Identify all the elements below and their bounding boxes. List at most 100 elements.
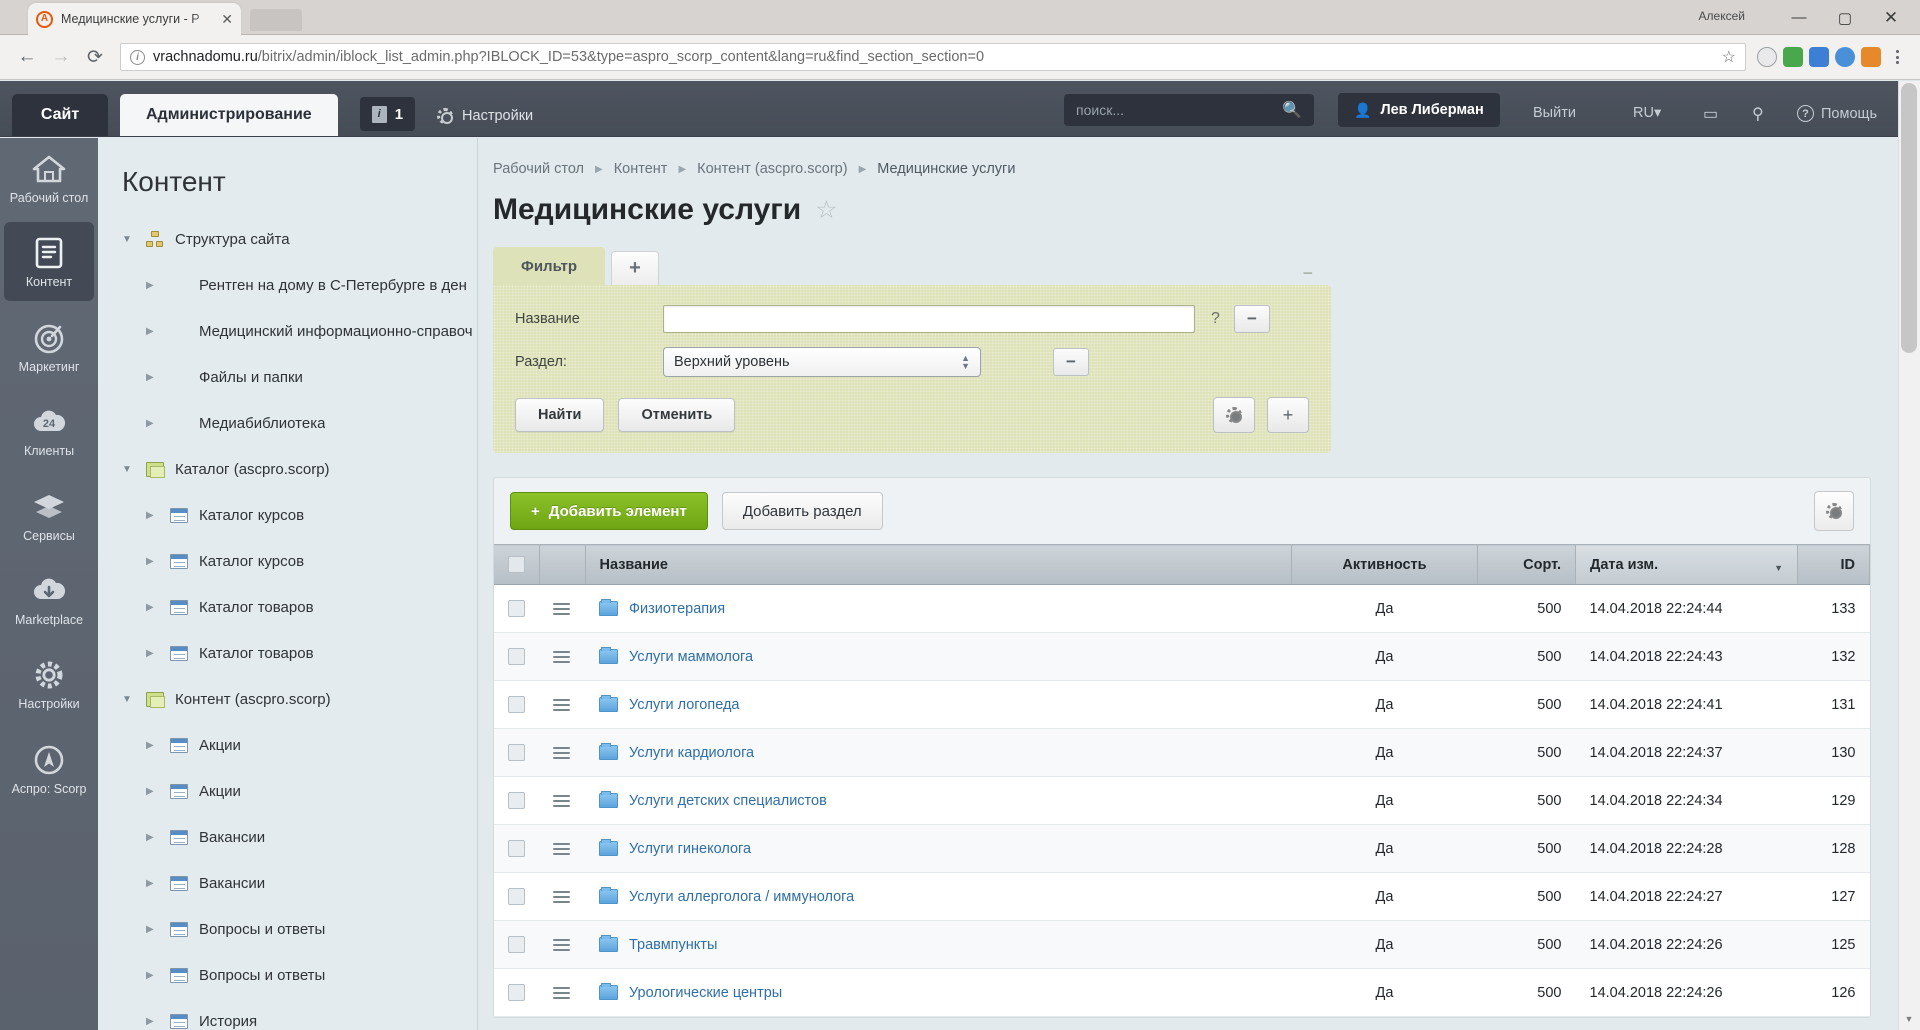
row-actions-menu-icon[interactable] <box>553 794 570 807</box>
row-menu-cell[interactable] <box>539 920 585 969</box>
minimize-button[interactable]: — <box>1776 1 1822 34</box>
search-input[interactable]: поиск... 🔍 <box>1064 94 1314 126</box>
table-row[interactable]: Услуги гинеколога Да 500 14.04.2018 22:24:2… <box>494 824 1870 873</box>
chevron-right-icon[interactable]: ▶ <box>146 602 168 613</box>
table-row[interactable]: Услуги маммолога Да 500 14.04.2018 22:24:43… <box>494 632 1870 681</box>
help-button[interactable]: ? Помощь <box>1797 105 1877 122</box>
sidebar-tree-item[interactable]: ▶ Вакансии <box>98 814 477 860</box>
logout-link[interactable]: Выйти <box>1533 105 1576 121</box>
sidebar-tree-item[interactable]: ▶ История <box>98 998 477 1030</box>
sidebar-tree-item[interactable]: ▶ Медицинский информационно-справоч <box>98 308 477 354</box>
breadcrumb-item-3[interactable]: Контент (ascpro.scorp) <box>697 161 847 177</box>
add-element-button[interactable]: + Добавить элемент <box>510 492 708 530</box>
row-checkbox[interactable] <box>508 792 525 809</box>
row-menu-cell[interactable] <box>539 824 585 873</box>
filter-section-select[interactable]: Верхний уровень ▲ ▼ <box>663 347 981 377</box>
add-section-button[interactable]: Добавить раздел <box>721 492 883 530</box>
row-name-cell[interactable]: Травмпункты <box>585 920 1292 969</box>
sidebar-tree-item[interactable]: ▶ Акции <box>98 722 477 768</box>
row-id-cell[interactable]: 130 <box>1797 728 1870 777</box>
filter-remove-name-button[interactable]: − <box>1233 305 1270 333</box>
browser-tab[interactable]: A Медицинские услуги - Р ✕ <box>28 3 241 35</box>
row-id-cell[interactable]: 132 <box>1797 632 1870 681</box>
row-select-cell[interactable] <box>494 824 539 873</box>
table-row[interactable]: Услуги логопеда Да 500 14.04.2018 22:24:41 1… <box>494 680 1870 729</box>
row-select-cell[interactable] <box>494 968 539 1017</box>
row-name-link[interactable]: Услуги детских специалистов <box>629 793 827 809</box>
rail-item-3[interactable]: Маркетинг <box>4 307 94 385</box>
row-name-cell[interactable]: Услуги гинеколога <box>585 824 1292 873</box>
chevron-right-icon[interactable]: ▶ <box>146 326 168 337</box>
tab-administration[interactable]: Администрирование <box>120 94 338 136</box>
rail-item-4[interactable]: 24 Клиенты <box>4 391 94 469</box>
table-row[interactable]: Услуги детских специалистов Да 500 14.04.20… <box>494 776 1870 825</box>
table-row[interactable]: Услуги аллерголога / иммунолога Да 500 14.0… <box>494 872 1870 921</box>
table-row[interactable]: Урологические центры Да 500 14.04.2018 22:2… <box>494 968 1870 1017</box>
orange-extension-icon[interactable] <box>1858 45 1884 69</box>
header-select-all[interactable] <box>494 544 540 585</box>
chevron-right-icon[interactable]: ▶ <box>146 786 168 797</box>
sidebar-tree-item[interactable]: ▼ Каталог (ascpro.scorp) <box>98 446 477 492</box>
chevron-right-icon[interactable]: ▶ <box>146 418 168 429</box>
row-select-cell[interactable] <box>494 584 539 633</box>
row-id-cell[interactable]: 127 <box>1797 872 1870 921</box>
monitor-icon[interactable]: ▭ <box>1703 104 1718 124</box>
row-name-cell[interactable]: Физиотерапия <box>585 584 1292 633</box>
table-row[interactable]: Травмпункты Да 500 14.04.2018 22:24:26 125 <box>494 920 1870 969</box>
rail-item-6[interactable]: Marketplace <box>4 560 94 638</box>
user-menu-button[interactable]: 👤 Лев Либерман <box>1338 93 1500 127</box>
row-checkbox[interactable] <box>508 744 525 761</box>
address-bar[interactable]: i vrachnadomu.ru/bitrix/admin/iblock_lis… <box>120 43 1746 71</box>
blue-extension-icon[interactable] <box>1806 45 1832 69</box>
row-actions-menu-icon[interactable] <box>553 698 570 711</box>
row-select-cell[interactable] <box>494 920 539 969</box>
row-checkbox[interactable] <box>508 840 525 857</box>
filter-settings-gear-icon[interactable] <box>1213 397 1255 433</box>
row-name-cell[interactable]: Услуги логопеда <box>585 680 1292 729</box>
sidebar-tree-item[interactable]: ▶ Файлы и папки <box>98 354 477 400</box>
chevron-down-icon[interactable]: ▼ <box>122 694 144 705</box>
rail-item-2[interactable]: Контент <box>4 222 94 301</box>
sidebar-tree-item[interactable]: ▼ Структура сайта <box>98 216 477 262</box>
reload-icon[interactable]: ⟳ <box>78 40 112 74</box>
close-icon[interactable]: ✕ <box>221 11 233 28</box>
table-row[interactable]: Услуги кардиолога Да 500 14.04.2018 22:24:3… <box>494 728 1870 777</box>
row-name-cell[interactable]: Услуги маммолога <box>585 632 1292 681</box>
row-id-cell[interactable]: 129 <box>1797 776 1870 825</box>
rail-item-1[interactable]: Рабочий стол <box>4 138 94 216</box>
header-active[interactable]: Активность <box>1291 544 1478 585</box>
row-menu-cell[interactable] <box>539 728 585 777</box>
rail-item-5[interactable]: Сервисы <box>4 476 94 554</box>
row-id-cell[interactable]: 131 <box>1797 680 1870 729</box>
sidebar-tree-item[interactable]: ▶ Вопросы и ответы <box>98 952 477 998</box>
chevron-right-icon[interactable]: ▶ <box>146 832 168 843</box>
row-select-cell[interactable] <box>494 872 539 921</box>
sidebar-tree-item[interactable]: ▶ Каталог товаров <box>98 630 477 676</box>
site-info-icon[interactable]: i <box>130 49 145 65</box>
browser-menu-icon[interactable] <box>1884 50 1910 64</box>
row-actions-menu-icon[interactable] <box>553 842 570 855</box>
row-actions-menu-icon[interactable] <box>553 650 570 663</box>
green-extension-icon[interactable] <box>1780 45 1806 69</box>
table-row[interactable]: Физиотерапия Да 500 14.04.2018 22:24:44 133 <box>494 584 1870 633</box>
rail-item-7[interactable]: Настройки <box>4 644 94 722</box>
filter-name-input[interactable] <box>663 305 1195 333</box>
row-menu-cell[interactable] <box>539 680 585 729</box>
maximize-button[interactable]: ▢ <box>1822 1 1868 34</box>
row-checkbox[interactable] <box>508 888 525 905</box>
sidebar-tree-item[interactable]: ▶ Вопросы и ответы <box>98 906 477 952</box>
row-select-cell[interactable] <box>494 728 539 777</box>
row-checkbox[interactable] <box>508 600 525 617</box>
row-name-link[interactable]: Услуги кардиолога <box>629 745 754 761</box>
smiley-extension-icon[interactable] <box>1754 45 1780 69</box>
chevron-right-icon[interactable]: ▶ <box>146 280 168 291</box>
filter-add-button[interactable]: + <box>1267 397 1309 433</box>
sidebar-tree-item[interactable]: ▼ Контент (ascpro.scorp) <box>98 676 477 722</box>
page-scrollbar[interactable]: ▲ ▼ <box>1898 81 1920 1030</box>
chevron-down-icon[interactable]: ▼ <box>122 464 144 475</box>
avatar-extension-icon[interactable] <box>1832 45 1858 69</box>
row-select-cell[interactable] <box>494 680 539 729</box>
row-name-link[interactable]: Услуги логопеда <box>629 697 739 713</box>
row-checkbox[interactable] <box>508 936 525 953</box>
row-actions-menu-icon[interactable] <box>553 890 570 903</box>
